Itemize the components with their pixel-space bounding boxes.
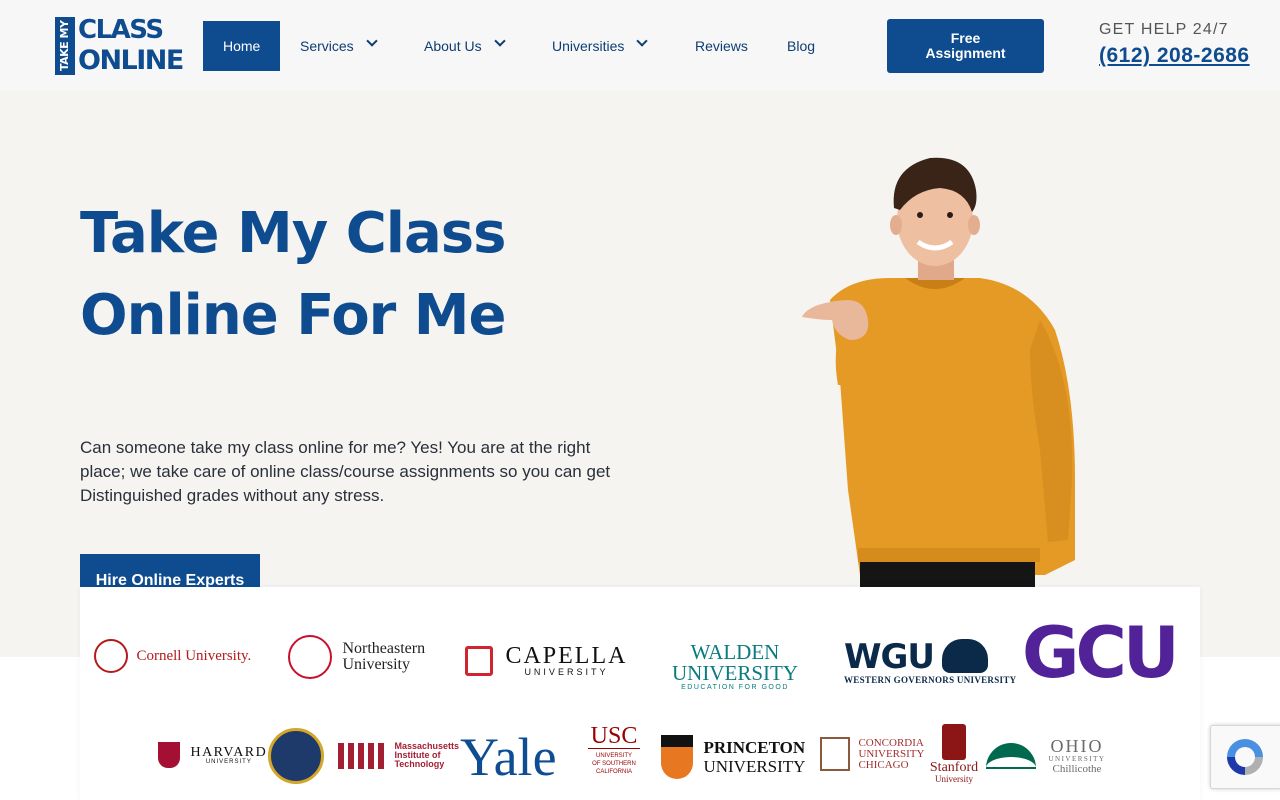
nav-blog[interactable]: Blog — [787, 21, 815, 71]
nav-services[interactable]: Services — [300, 21, 378, 71]
ohio-building-icon — [986, 743, 1036, 769]
walden-sub: EDUCATION FOR GOOD — [681, 684, 789, 691]
ohio-name-2: UNIVERSITY — [1048, 755, 1106, 763]
harvard-logo: HARVARD UNIVERSITY — [158, 742, 267, 768]
chevron-down-icon — [366, 35, 378, 47]
concordia-name-3: CHICAGO — [858, 758, 909, 771]
nav-about-us[interactable]: About Us — [424, 21, 506, 71]
yale-logo: Yale — [460, 727, 557, 787]
recaptcha-icon — [1227, 739, 1263, 775]
stanford-sub: University — [935, 774, 973, 784]
concordia-logo: CONCORDIA UNIVERSITY CHICAGO — [820, 737, 924, 771]
help-label: GET HELP 24/7 — [1099, 21, 1229, 38]
walden-logo: WALDEN UNIVERSITY EDUCATION FOR GOOD — [672, 640, 798, 692]
wgu-name: WGU — [844, 637, 935, 677]
concordia-pillars-icon — [820, 737, 850, 771]
nav-home[interactable]: Home — [203, 21, 281, 71]
walden-name-2: UNIVERSITY — [672, 661, 798, 685]
usc-sub-2: OF SOUTHERN — [592, 761, 636, 767]
student-photo — [802, 157, 1075, 588]
princeton-logo: PRINCETON UNIVERSITY — [661, 735, 805, 779]
capella-name: CAPELLA — [505, 643, 628, 669]
mit-bars-icon — [338, 742, 388, 769]
hero-description: Can someone take my class online for me?… — [80, 438, 611, 505]
princeton-name-2: UNIVERSITY — [703, 757, 806, 776]
concordia-name-1: CONCORDIA — [858, 736, 924, 749]
chevron-down-icon — [493, 35, 506, 47]
walden-name-1: WALDEN — [690, 640, 780, 664]
cornell-logo: Cornell University. — [94, 639, 251, 673]
princeton-name-1: PRINCETON — [703, 738, 806, 757]
free-assignment-line2: Assignment — [925, 45, 1006, 61]
stanford-logo: Stanford University — [924, 724, 984, 784]
nav-universities[interactable]: Universities — [552, 21, 649, 71]
page-title: Take My Class Online For Me — [80, 193, 680, 357]
wgu-sub: WESTERN GOVERNORS UNIVERSITY — [844, 675, 1017, 685]
stanford-name: Stanford — [929, 760, 979, 775]
cornell-name: Cornell University. — [136, 647, 252, 664]
logo-side-text: TAKE MY — [55, 17, 75, 75]
mit-logo: Massachusetts Institute of Technology — [338, 742, 459, 769]
nav-about-label: About Us — [424, 38, 482, 54]
northeastern-name-1: Northeastern — [342, 640, 426, 657]
university-logos: Cornell University. Northeastern Univers… — [80, 587, 1200, 800]
site-header: TAKE MY CLASS ONLINE Home Services About… — [0, 0, 1280, 90]
nav-universities-label: Universities — [552, 38, 625, 54]
title-line-1: Take My Class — [80, 201, 506, 266]
site-logo[interactable]: TAKE MY CLASS ONLINE — [55, 15, 184, 76]
phone-link[interactable]: (612) 208-2686 — [1099, 44, 1250, 68]
concordia-name-2: UNIVERSITY — [858, 747, 925, 760]
ohio-name-3: Chillicothe — [1052, 763, 1102, 775]
recaptcha-badge[interactable] — [1210, 725, 1280, 789]
northeastern-seal-icon — [288, 635, 332, 679]
usc-sub-3: CALIFORNIA — [595, 769, 632, 775]
wgu-logo: WGU WESTERN GOVERNORS UNIVERSITY — [844, 639, 1016, 685]
stanford-tree-icon — [942, 724, 966, 760]
capella-logo: CAPELLA UNIVERSITY — [465, 643, 628, 677]
northeastern-logo: Northeastern University — [288, 635, 425, 679]
mit-name-3: Technology — [394, 759, 445, 769]
capella-shield-icon — [465, 646, 493, 676]
ohio-logo: OHIO UNIVERSITY Chillicothe — [986, 737, 1105, 775]
princeton-shield-icon — [661, 735, 693, 779]
uc-berkeley-seal-icon — [268, 728, 324, 784]
nav-reviews[interactable]: Reviews — [695, 21, 748, 71]
owl-icon — [942, 639, 989, 673]
chevron-down-icon — [636, 35, 649, 47]
harvard-name: HARVARD — [190, 744, 268, 760]
usc-sub-1: UNIVERSITY — [595, 753, 632, 759]
nav-services-label: Services — [300, 38, 354, 54]
free-assignment-line1: Free — [950, 30, 981, 46]
gcu-logo: GCU — [1022, 612, 1180, 694]
northeastern-name-2: University — [342, 656, 410, 673]
logo-top-text: CLASS — [78, 15, 164, 45]
usc-name: USC — [588, 724, 640, 749]
cornell-seal-icon — [94, 639, 128, 673]
free-assignment-button[interactable]: Free Assignment — [887, 19, 1044, 73]
title-line-2: Online For Me — [80, 283, 506, 348]
harvard-shield-icon — [158, 742, 180, 768]
usc-logo: USC UNIVERSITY OF SOUTHERN CALIFORNIA — [588, 724, 640, 776]
logo-bottom-text: ONLINE — [78, 45, 184, 76]
ohio-name-1: OHIO — [1050, 736, 1104, 756]
